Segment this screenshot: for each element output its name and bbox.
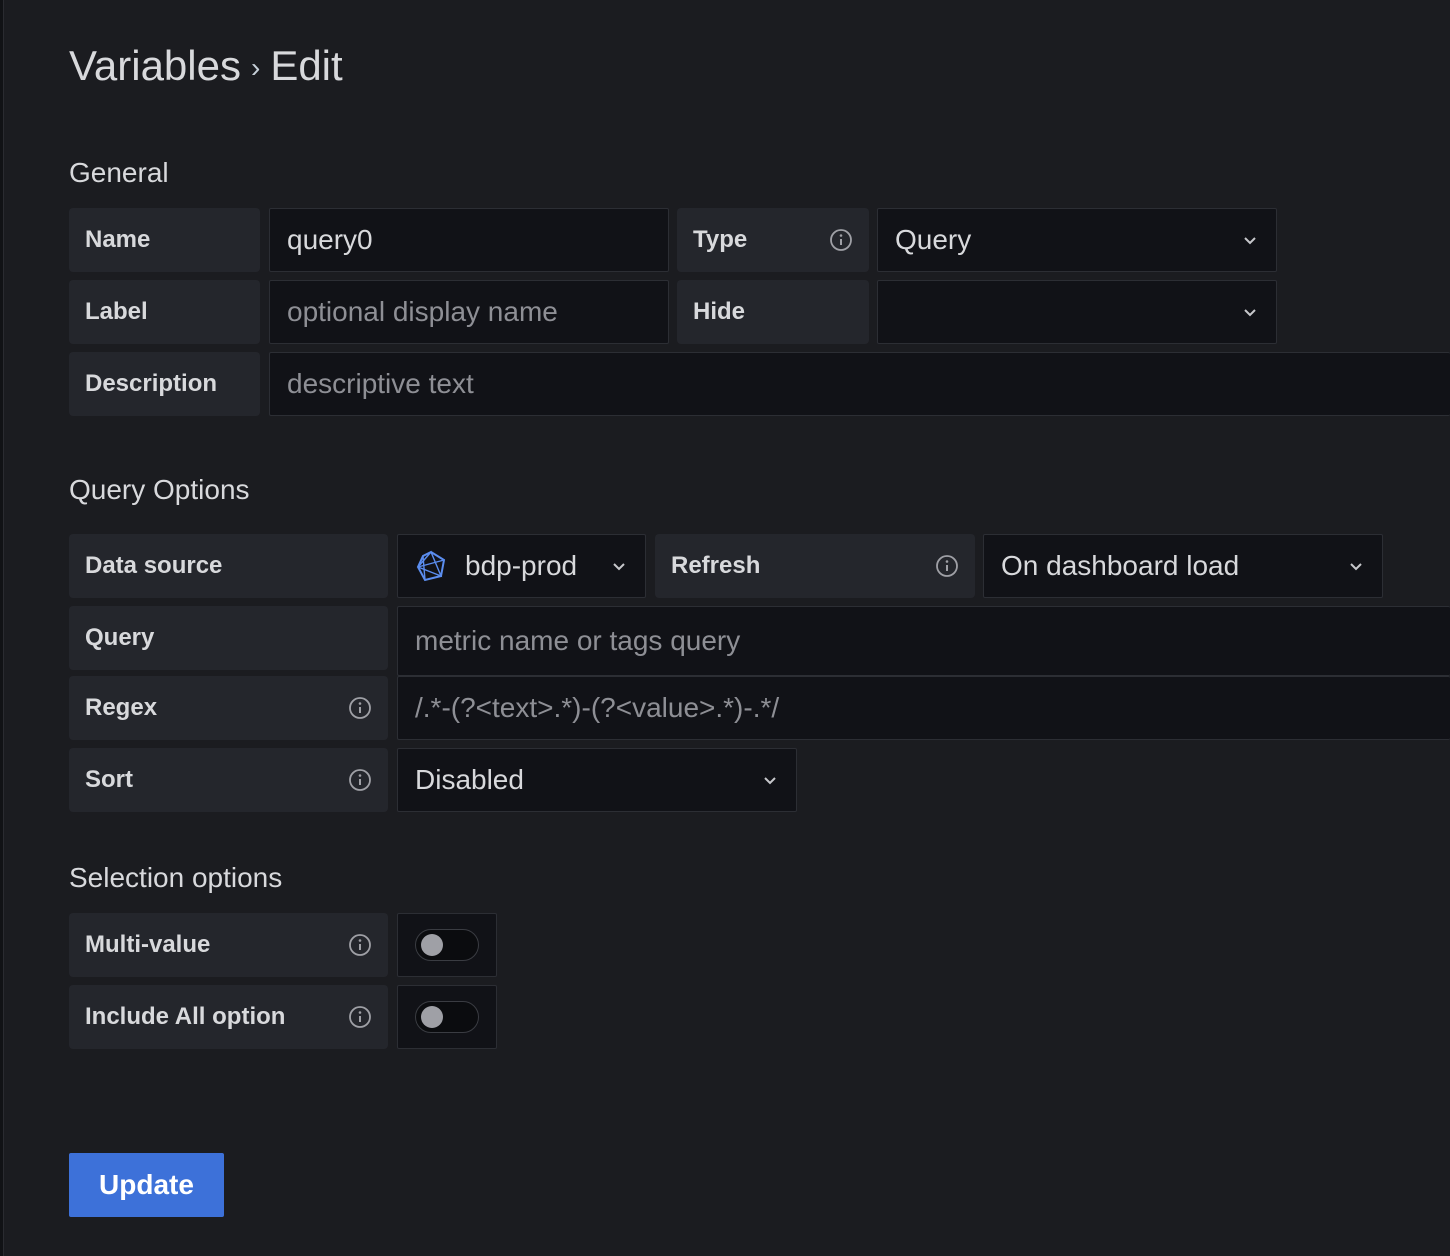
sort-label-text: Sort <box>85 766 133 793</box>
breadcrumb-separator: › <box>250 52 261 83</box>
include-all-label: Include All option <box>69 985 388 1049</box>
toggle-knob <box>421 934 443 956</box>
regex-label-text: Regex <box>85 694 158 721</box>
info-icon[interactable] <box>935 554 959 578</box>
datasource-picker[interactable]: bdp-prod <box>397 534 646 598</box>
breadcrumb-current: Edit <box>270 42 343 89</box>
name-label: Name <box>69 208 260 272</box>
query-label: Query <box>69 606 388 670</box>
datasource-label-text: Data source <box>85 552 223 579</box>
description-field[interactable] <box>269 352 1450 416</box>
datasource-icon <box>415 550 447 582</box>
chevron-down-icon <box>1241 303 1259 321</box>
sort-select[interactable]: Disabled <box>397 748 797 812</box>
breadcrumb-variables[interactable]: Variables <box>69 42 241 90</box>
refresh-select[interactable]: On dashboard load <box>983 534 1383 598</box>
description-label: Description <box>69 352 260 416</box>
name-label-text: Name <box>85 226 151 253</box>
refresh-select-value: On dashboard load <box>1001 550 1240 581</box>
info-icon[interactable] <box>829 228 853 252</box>
info-icon[interactable] <box>348 933 372 957</box>
type-label: Type <box>677 208 869 272</box>
label-field[interactable] <box>269 280 669 344</box>
query-label-text: Query <box>85 624 155 651</box>
left-panel-edge <box>0 0 4 1256</box>
hide-label-text: Hide <box>693 298 746 325</box>
name-input[interactable] <box>287 224 651 256</box>
label-label: Label <box>69 280 260 344</box>
regex-label: Regex <box>69 676 388 740</box>
hide-label: Hide <box>677 280 869 344</box>
description-label-text: Description <box>85 370 218 397</box>
type-label-text: Type <box>693 226 748 253</box>
multi-value-switch-container <box>397 913 497 977</box>
include-all-label-text: Include All option <box>85 1003 286 1030</box>
variable-edit-page: Variables › Edit General Name Type Query… <box>69 0 1450 1256</box>
refresh-label-text: Refresh <box>671 552 761 579</box>
label-label-text: Label <box>85 298 148 325</box>
toggle-knob <box>421 1006 443 1028</box>
update-button[interactable]: Update <box>69 1153 224 1217</box>
chevron-down-icon <box>761 771 779 789</box>
include-all-switch-container <box>397 985 497 1049</box>
refresh-label: Refresh <box>655 534 975 598</box>
label-input[interactable] <box>287 296 651 328</box>
chevron-down-icon <box>1241 231 1259 249</box>
info-icon[interactable] <box>348 1005 372 1029</box>
chevron-down-icon <box>1347 557 1365 575</box>
multi-value-label: Multi-value <box>69 913 388 977</box>
chevron-down-icon <box>610 557 628 575</box>
sort-label: Sort <box>69 748 388 812</box>
section-title-general: General <box>69 157 169 188</box>
sort-select-value: Disabled <box>415 764 524 795</box>
multi-value-label-text: Multi-value <box>85 931 211 958</box>
query-field[interactable] <box>397 606 1450 676</box>
page-title: Variables › Edit <box>69 42 343 90</box>
type-select[interactable]: Query <box>877 208 1277 272</box>
section-title-selection-options: Selection options <box>69 862 283 893</box>
description-input[interactable] <box>287 368 1433 400</box>
info-icon[interactable] <box>348 696 372 720</box>
multi-value-toggle[interactable] <box>415 929 479 961</box>
include-all-toggle[interactable] <box>415 1001 479 1033</box>
query-input[interactable] <box>415 625 1433 657</box>
section-title-query-options: Query Options <box>69 474 250 505</box>
name-field[interactable] <box>269 208 669 272</box>
datasource-value: bdp-prod <box>465 550 578 581</box>
regex-input[interactable] <box>415 692 1433 724</box>
datasource-label: Data source <box>69 534 388 598</box>
type-select-value: Query <box>895 224 972 255</box>
info-icon[interactable] <box>348 768 372 792</box>
regex-field[interactable] <box>397 676 1450 740</box>
hide-select[interactable] <box>877 280 1277 344</box>
